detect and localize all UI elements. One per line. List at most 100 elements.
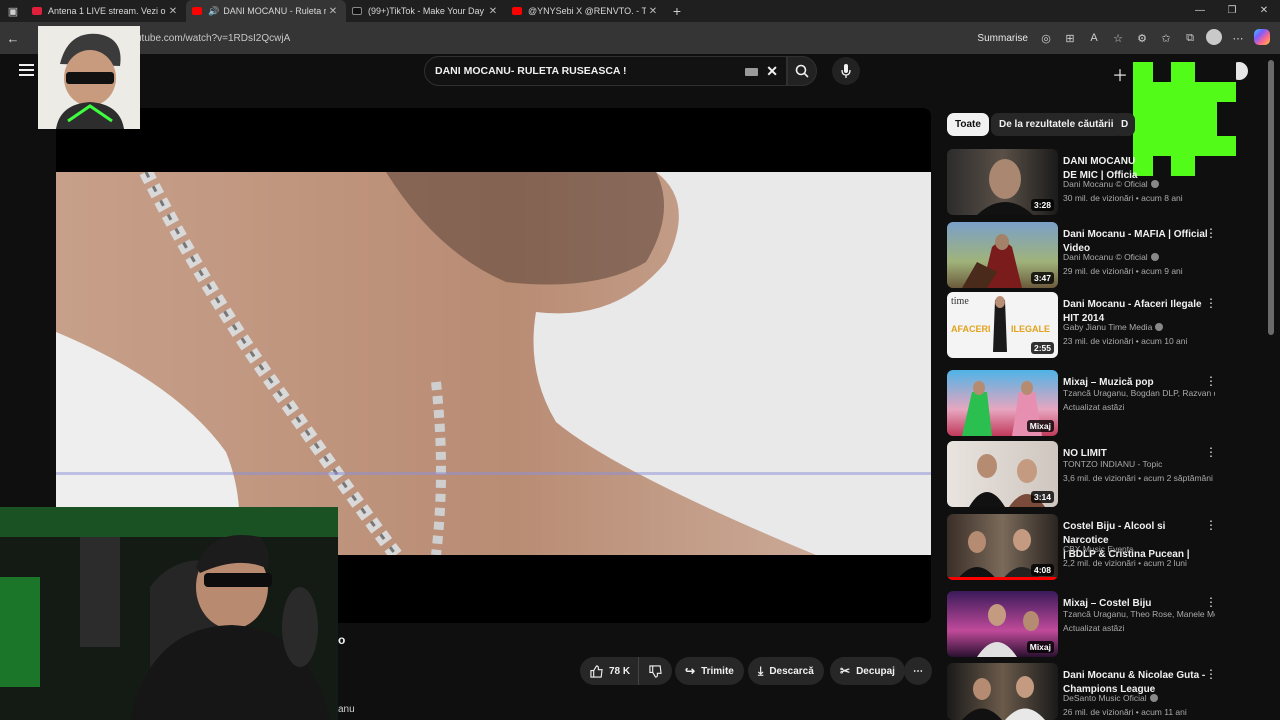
thumbnail-art: [962, 676, 1045, 720]
speaker-icon[interactable]: 🔊: [208, 6, 219, 17]
like-count: 78 K: [609, 665, 631, 677]
voice-search-button[interactable]: [832, 57, 860, 85]
new-tab-button[interactable]: +: [666, 3, 688, 19]
more-vert-icon[interactable]: ⋮: [1205, 226, 1217, 240]
channel-text: Dani Mocanu © Oficial: [1063, 252, 1148, 262]
video-meta: Actualizat astăzi: [1063, 623, 1125, 633]
tab-tiktok[interactable]: (99+)TikTok - Make Your Day ✕: [346, 0, 506, 22]
clear-search-icon[interactable]: ✕: [766, 63, 778, 80]
create-plus-icon[interactable]: ＋: [1112, 62, 1128, 86]
read-aloud-icon[interactable]: A: [1082, 32, 1106, 44]
more-vert-icon[interactable]: ⋮: [1205, 374, 1217, 388]
tab-actions-icon[interactable]: ▣: [0, 0, 26, 22]
description-fragment: anu: [338, 704, 355, 715]
recommendation-item[interactable]: 3:14 NO LIMIT TONTZO INDIANU - Topic 3,6…: [947, 441, 1222, 507]
recommendation-item[interactable]: 3:28 DANI MOCANU DE MIC | Officia Dani M…: [947, 149, 1222, 215]
like-button[interactable]: 78 K: [580, 657, 639, 685]
extensions-icon[interactable]: ⚙: [1130, 32, 1154, 45]
channel-name[interactable]: Tzancă Uraganu, Bogdan DLP, Razvan de...: [1063, 388, 1215, 398]
chip-more[interactable]: D: [1113, 113, 1135, 136]
back-arrow-icon[interactable]: ←: [0, 31, 26, 46]
clip-group: ✂ Decupaj: [830, 657, 905, 685]
share-button[interactable]: ↪ Trimite: [675, 657, 744, 685]
copilot-icon[interactable]: [1250, 28, 1274, 48]
close-window-icon[interactable]: ✕: [1248, 0, 1280, 22]
dislike-button[interactable]: [638, 657, 673, 685]
share-arrow-icon: ↪: [685, 664, 696, 678]
thumbs-down-icon: [649, 664, 662, 678]
channel-name[interactable]: Tzancă Uraganu, Theo Rose, Manele Me...: [1063, 609, 1215, 619]
more-vert-icon[interactable]: ⋮: [1205, 518, 1217, 532]
address-bar-url[interactable]: utube.com/watch?v=1RDsI2QcwjA: [136, 33, 290, 44]
more-actions-button[interactable]: ⋯: [904, 657, 932, 685]
more-vert-icon[interactable]: ⋮: [1205, 445, 1217, 459]
search-button[interactable]: [787, 56, 817, 86]
video-thumbnail[interactable]: 3:28: [947, 149, 1058, 215]
search-query-text: DANI MOCANU- RULETA RUSEASCA !: [435, 65, 627, 77]
favorites-icon[interactable]: ✩: [1154, 32, 1178, 45]
summarise-icon[interactable]: ◎: [1034, 32, 1058, 45]
video-meta: 29 mil. de vizionări • acum 9 ani: [1063, 266, 1183, 276]
apps-icon[interactable]: ⊞: [1058, 32, 1082, 45]
video-thumbnail[interactable]: [947, 663, 1058, 720]
restore-icon[interactable]: ❐: [1216, 0, 1248, 22]
video-thumbnail[interactable]: 4:08: [947, 514, 1058, 580]
recommendation-item[interactable]: Mixaj Mixaj – Costel Biju Tzancă Uraganu…: [947, 591, 1222, 657]
recommendation-item[interactable]: Dani Mocanu & Nicolae Guta - Champions L…: [947, 663, 1222, 720]
video-frame: [56, 172, 931, 555]
channel-name[interactable]: Dani Mocanu © Oficial: [1063, 179, 1215, 189]
close-tab-icon[interactable]: ✕: [646, 6, 660, 17]
close-tab-icon[interactable]: ✕: [486, 6, 500, 17]
video-thumbnail[interactable]: 3:47: [947, 222, 1058, 288]
webcam-overlay: [0, 507, 338, 720]
more-menu-icon[interactable]: ⋯: [1226, 32, 1250, 45]
video-thumbnail[interactable]: time AFACERI ILEGALE 2:55: [947, 292, 1058, 358]
summarise-button[interactable]: Summarise: [977, 33, 1028, 44]
tab-dani-mocanu[interactable]: 🔊 DANI MOCANU - Ruleta rus ✕: [186, 0, 346, 22]
recommendation-item[interactable]: Mixaj Mixaj – Muzică pop Tzancă Uraganu,…: [947, 370, 1222, 436]
channel-name[interactable]: Gaby Jianu Time Media: [1063, 322, 1215, 332]
channel-name[interactable]: Dani Mocanu © Oficial: [1063, 252, 1215, 262]
close-tab-icon[interactable]: ✕: [166, 6, 180, 17]
more-vert-icon[interactable]: ⋮: [1205, 296, 1217, 310]
recommendation-item[interactable]: 4:08 Costel Biju - Alcool si Narcotice |…: [947, 514, 1222, 580]
keyboard-icon[interactable]: [745, 68, 758, 76]
chip-label: De la rezultatele căutării: [999, 119, 1114, 130]
collections-icon[interactable]: ⧉: [1178, 32, 1202, 45]
antena1-favicon-icon: [32, 7, 42, 15]
more-vert-icon[interactable]: ⋮: [1205, 667, 1217, 681]
watched-progress-bar: [947, 577, 1058, 580]
minimize-icon[interactable]: —: [1184, 0, 1216, 22]
video-thumbnail[interactable]: Mixaj: [947, 370, 1058, 436]
menu-hamburger-icon[interactable]: [19, 64, 34, 76]
chip-from-search[interactable]: De la rezultatele căutării: [991, 113, 1122, 136]
channel-name[interactable]: TONTZO INDIANU - Topic: [1063, 459, 1215, 469]
chip-all[interactable]: Toate: [947, 113, 989, 136]
like-dislike-group: 78 K: [580, 657, 673, 685]
chip-label: Toate: [955, 119, 981, 130]
profile-avatar[interactable]: [1202, 28, 1226, 48]
title-line: Dani Mocanu & Nicolae Guta -: [1063, 670, 1206, 681]
tab-antena1[interactable]: Antena 1 LIVE stream. Vezi online ✕: [26, 0, 186, 22]
recommendation-item[interactable]: 3:47 Dani Mocanu - MAFIA | Official Vide…: [947, 222, 1222, 288]
clip-label: Decupaj: [856, 665, 895, 677]
close-tab-icon[interactable]: ✕: [326, 6, 340, 17]
video-thumbnail[interactable]: Mixaj: [947, 591, 1058, 657]
video-title[interactable]: Costel Biju - Alcool si Narcotice | BDLP…: [1063, 520, 1213, 562]
share-label: Trimite: [701, 665, 734, 677]
download-button[interactable]: ⤓ Descarcă: [748, 657, 824, 685]
favorite-star-icon[interactable]: ☆: [1106, 32, 1130, 45]
video-meta: 2,2 mil. de vizionări • acum 2 luni: [1063, 558, 1187, 568]
search-input[interactable]: DANI MOCANU- RULETA RUSEASCA ! ✕: [424, 56, 787, 86]
channel-name[interactable]: CBX Music Events: [1063, 544, 1215, 554]
thumbnail-logo: time: [951, 296, 969, 307]
page-scrollbar[interactable]: [1268, 60, 1274, 335]
more-vert-icon[interactable]: ⋮: [1205, 595, 1217, 609]
video-frame-art: [56, 172, 931, 555]
tab-ynysebi[interactable]: @YNYSebi X @RENVTO. - Te Rap ✕: [506, 0, 666, 22]
clip-button[interactable]: ✂ Decupaj: [830, 657, 905, 685]
video-thumbnail[interactable]: 3:14: [947, 441, 1058, 507]
channel-name[interactable]: DeSanto Music Oficial: [1063, 693, 1215, 703]
recommendation-item[interactable]: time AFACERI ILEGALE 2:55 Dani Mocanu - …: [947, 292, 1222, 358]
thumbs-up-icon: [590, 664, 603, 678]
